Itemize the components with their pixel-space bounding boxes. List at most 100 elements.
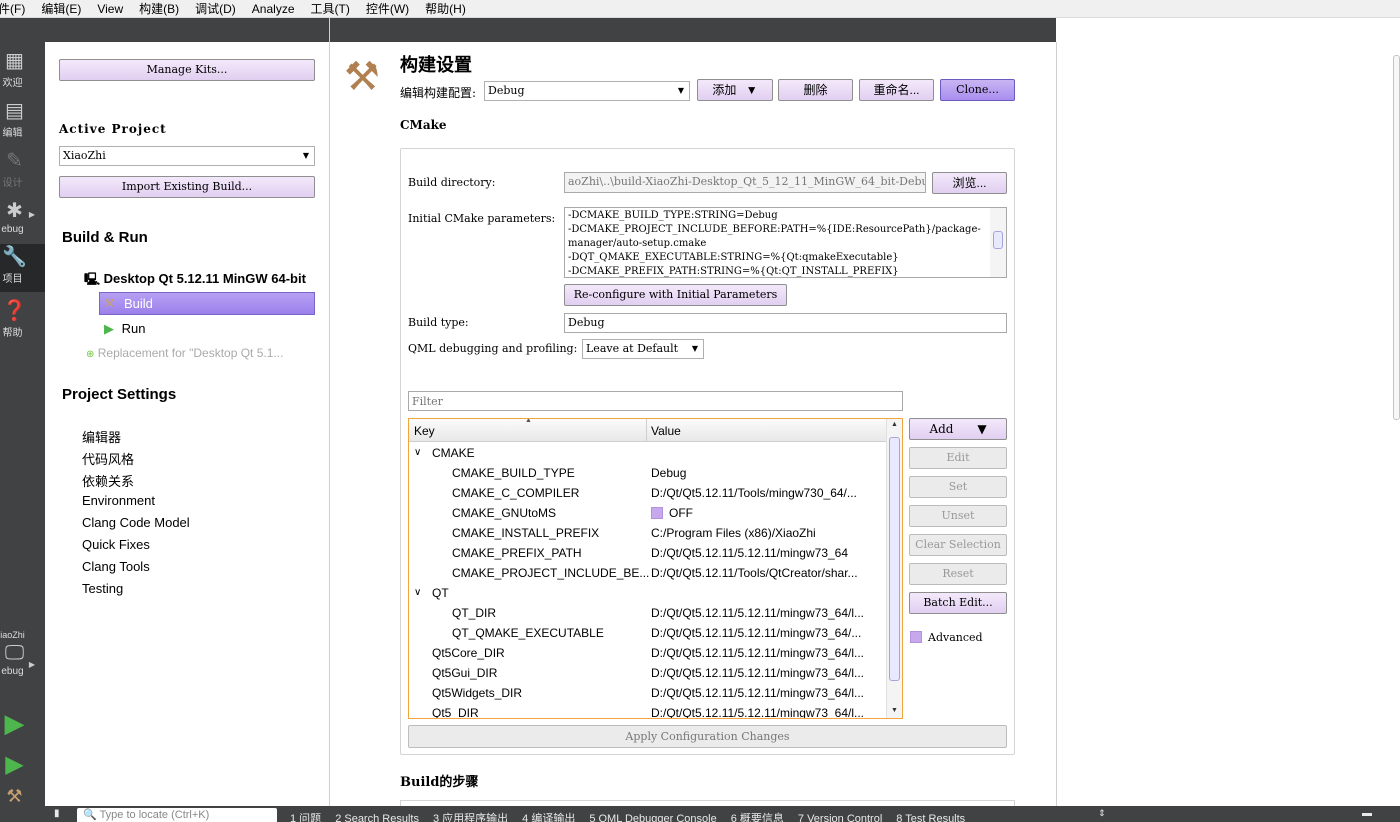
tree-group-row[interactable]: ∨ QT — [409, 583, 886, 603]
vertical-scrollbar[interactable] — [1393, 55, 1400, 420]
rename-config-button[interactable]: 重命名... — [859, 79, 934, 101]
add-config-button[interactable]: 添加 ▼ — [697, 79, 773, 101]
table-row[interactable]: QT_DIR D:/Qt/Qt5.12.11/5.12.11/mingw73_64… — [409, 603, 886, 623]
cmake-variables-tree[interactable]: ▲ Key Value ∨ CMAKE CMAKE_BUILD_TYPE Debug C… — [408, 418, 903, 719]
tree-scrollbar[interactable]: ▲ ▼ — [886, 419, 902, 718]
unset-variable-button[interactable]: Unset — [909, 505, 1007, 527]
settings-item-testing[interactable]: Testing — [82, 581, 123, 596]
menu-item-2[interactable]: View — [89, 2, 131, 16]
mode-edit[interactable]: ▤ 编辑 — [0, 98, 45, 148]
menu-item-5[interactable]: Analyze — [244, 2, 303, 16]
delete-config-button[interactable]: 删除 — [778, 79, 853, 101]
settings-item-code-style[interactable]: 代码风格 — [82, 449, 134, 468]
mode-design[interactable]: ✎ 设计 — [0, 148, 45, 198]
row-key: Qt5_DIR — [432, 706, 479, 719]
table-row[interactable]: CMAKE_BUILD_TYPE Debug — [409, 463, 886, 483]
mode-welcome[interactable]: ▦ 欢迎 — [0, 48, 45, 98]
locator-input[interactable]: 🔍 Type to locate (Ctrl+K) — [77, 808, 277, 822]
clone-config-button[interactable]: Clone... — [940, 79, 1015, 101]
kit-item[interactable]: 🖳 Desktop Qt 5.12.11 MinGW 64-bit — [84, 270, 306, 291]
document-icon: ▤ — [5, 100, 24, 122]
row-value: D:/Qt/Qt5.12.11/Tools/mingw730_64/... — [651, 486, 857, 500]
chevron-down-icon[interactable]: ∨ — [414, 583, 421, 603]
menu-item-0[interactable]: 件(F) — [0, 0, 33, 17]
apply-configuration-button[interactable]: Apply Configuration Changes — [408, 725, 1007, 748]
settings-item-environment[interactable]: Environment — [82, 493, 155, 508]
header-key[interactable]: Key — [414, 424, 435, 438]
table-row[interactable]: Qt5Gui_DIR D:/Qt/Qt5.12.11/5.12.11/mingw7… — [409, 663, 886, 683]
output-tab-5[interactable]: 5 QML Debugger Console — [589, 813, 716, 822]
table-row[interactable]: CMAKE_PROJECT_INCLUDE_BE... D:/Qt/Qt5.12.… — [409, 563, 886, 583]
build-button[interactable]: ⚒ — [0, 786, 45, 806]
build-directory-field[interactable]: aoZhi\..\build-XiaoZhi-Desktop_Qt_5_12_1… — [564, 172, 926, 193]
menu-item-8[interactable]: 帮助(H) — [417, 0, 474, 17]
settings-item-clang-code-model[interactable]: Clang Code Model — [82, 515, 190, 530]
table-row[interactable]: QT_QMAKE_EXECUTABLE D:/Qt/Qt5.12.11/5.12.… — [409, 623, 886, 643]
table-row[interactable]: Qt5_DIR D:/Qt/Qt5.12.11/5.12.11/mingw73_6… — [409, 703, 886, 719]
settings-item-editor[interactable]: 编辑器 — [82, 427, 121, 446]
chevron-right-icon: ▶ — [28, 660, 35, 669]
row-key: CMAKE_INSTALL_PREFIX — [452, 526, 600, 540]
kit-selector[interactable]: iaoZhi 🖵 ebug ▶ — [0, 630, 45, 700]
table-row[interactable]: Qt5Widgets_DIR D:/Qt/Qt5.12.11/5.12.11/mi… — [409, 683, 886, 703]
output-tab-2[interactable]: 2 Search Results — [335, 813, 419, 822]
mode-help[interactable]: ❓ 帮助 — [0, 298, 45, 348]
mode-projects[interactable]: 🔧 项目 — [0, 244, 45, 292]
table-row[interactable]: CMAKE_GNUtoMS OFF — [409, 503, 886, 523]
header-value[interactable]: Value — [651, 424, 681, 438]
menu-item-3[interactable]: 构建(B) — [131, 0, 187, 17]
debug-run-button[interactable]: ▶ — [0, 752, 45, 782]
scroll-up-icon[interactable]: ▲ — [891, 421, 898, 428]
clear-selection-button[interactable]: Clear Selection — [909, 534, 1007, 556]
textarea-scrollbar[interactable] — [990, 208, 1006, 277]
output-tab-7[interactable]: 7 Version Control — [798, 813, 882, 822]
build-config-combo[interactable]: Debug ▼ — [484, 81, 690, 101]
menu-item-6[interactable]: 工具(T) — [303, 0, 358, 17]
browse-button[interactable]: 浏览... — [932, 172, 1007, 194]
sidebar-toggle-icon[interactable]: ▮ — [54, 808, 60, 819]
filter-input[interactable] — [408, 391, 903, 411]
build-item[interactable]: ⚒ Build — [99, 292, 315, 315]
output-tab-3[interactable]: 3 应用程序输出 — [433, 813, 508, 822]
reconfigure-button[interactable]: Re-configure with Initial Parameters — [564, 284, 787, 306]
replacement-kit-item[interactable]: ⊕ Replacement for "Desktop Qt 5.1... — [86, 346, 283, 360]
add-variable-button[interactable]: Add ▼ — [909, 418, 1007, 440]
checkbox-icon[interactable] — [651, 507, 663, 519]
up-down-icon[interactable]: ⇕ — [1098, 808, 1106, 819]
run-button[interactable]: ▶ — [0, 710, 45, 744]
initial-params-textarea[interactable]: -DCMAKE_BUILD_TYPE:STRING=Debug -DCMAKE_… — [564, 207, 1007, 278]
scroll-down-icon[interactable]: ▼ — [891, 707, 898, 714]
settings-item-quick-fixes[interactable]: Quick Fixes — [82, 537, 150, 552]
menu-item-7[interactable]: 控件(W) — [358, 0, 417, 17]
manage-kits-button[interactable]: Manage Kits... — [59, 59, 315, 81]
table-row[interactable]: Qt5Core_DIR D:/Qt/Qt5.12.11/5.12.11/mingw… — [409, 643, 886, 663]
settings-item-clang-tools[interactable]: Clang Tools — [82, 559, 150, 574]
output-tab-1[interactable]: 1 问题 — [290, 813, 321, 822]
reset-button[interactable]: Reset — [909, 563, 1007, 585]
project-settings-title: Project Settings — [62, 386, 177, 403]
tree-header: ▲ Key Value — [409, 419, 886, 442]
output-toggle-icon[interactable]: ▬ — [1362, 808, 1372, 819]
active-project-combo[interactable]: XiaoZhi ▼ — [59, 146, 315, 166]
import-existing-build-button[interactable]: Import Existing Build... — [59, 176, 315, 198]
mode-debug[interactable]: ✱ ebug ▶ — [0, 198, 45, 248]
debug-play-icon: ▶ — [5, 751, 24, 778]
tree-group-row[interactable]: ∨ CMAKE — [409, 443, 886, 463]
output-tab-4[interactable]: 4 编译输出 — [522, 813, 575, 822]
qml-debugging-combo[interactable]: Leave at Default ▼ — [582, 339, 704, 359]
build-type-field[interactable]: Debug — [564, 313, 1007, 333]
run-item[interactable]: ▶ Run — [104, 321, 145, 337]
chevron-down-icon[interactable]: ∨ — [414, 443, 421, 463]
table-row[interactable]: CMAKE_PREFIX_PATH D:/Qt/Qt5.12.11/5.12.11… — [409, 543, 886, 563]
settings-item-dependencies[interactable]: 依赖关系 — [82, 471, 134, 490]
output-tab-8[interactable]: 8 Test Results — [896, 813, 965, 822]
advanced-checkbox[interactable]: Advanced — [910, 631, 983, 644]
edit-variable-button[interactable]: Edit — [909, 447, 1007, 469]
table-row[interactable]: CMAKE_C_COMPILER D:/Qt/Qt5.12.11/Tools/mi… — [409, 483, 886, 503]
menu-item-1[interactable]: 编辑(E) — [33, 0, 89, 17]
menu-item-4[interactable]: 调试(D) — [187, 0, 244, 17]
output-tab-6[interactable]: 6 概要信息 — [731, 813, 784, 822]
table-row[interactable]: CMAKE_INSTALL_PREFIX C:/Program Files (x8… — [409, 523, 886, 543]
batch-edit-button[interactable]: Batch Edit... — [909, 592, 1007, 614]
set-variable-button[interactable]: Set — [909, 476, 1007, 498]
